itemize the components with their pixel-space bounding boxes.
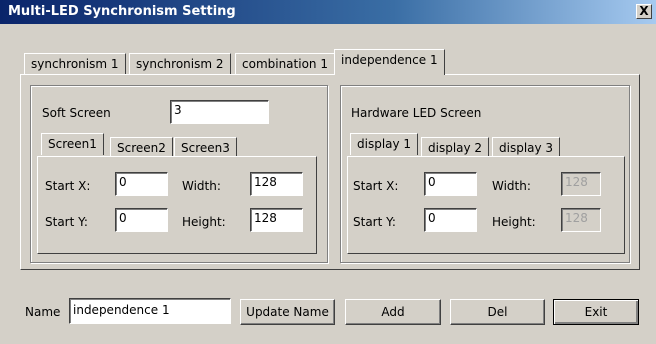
hw-width-input: 128 [561,172,601,196]
tab-synchronism-2[interactable]: synchronism 2 [129,53,231,75]
del-button[interactable]: Del [450,299,545,325]
hw-height-input: 128 [561,208,601,232]
soft-width-label: Width: [182,179,221,193]
window-title: Multi-LED Synchronism Setting [8,4,236,19]
hardware-screen-tab-body: Start X: 0 Width: 128 Start Y: 0 Height:… [347,156,625,254]
hw-start-x-input[interactable]: 0 [424,172,477,196]
soft-height-input[interactable]: 128 [250,208,303,232]
tab-display-3[interactable]: display 3 [492,137,561,157]
tab-combination-1[interactable]: combination 1 [235,53,335,75]
hw-width-label: Width: [492,179,531,193]
soft-width-input[interactable]: 128 [250,172,303,196]
soft-start-y-label: Start Y: [45,215,88,229]
soft-screen-label: Soft Screen [42,106,111,120]
close-icon[interactable]: X [636,4,652,19]
hardware-screen-label: Hardware LED Screen [351,106,482,120]
tab-screen2[interactable]: Screen2 [110,137,173,157]
independence-panel: Soft Screen 3 Screen1 Screen2 Screen3 St… [20,74,640,270]
soft-start-x-input[interactable]: 0 [115,172,168,196]
title-bar: Multi-LED Synchronism Setting X [0,0,656,24]
hw-start-x-label: Start X: [353,179,399,193]
hw-height-label: Height: [492,215,536,229]
soft-height-label: Height: [182,215,226,229]
hardware-screen-group: Hardware LED Screen display 1 display 2 … [340,85,630,263]
tab-independence-1[interactable]: independence 1 [334,49,445,75]
tab-screen3[interactable]: Screen3 [174,137,237,157]
exit-button[interactable]: Exit [553,299,639,325]
add-button[interactable]: Add [345,299,441,325]
tab-screen1[interactable]: Screen1 [41,133,104,155]
tab-display-1[interactable]: display 1 [350,133,419,155]
name-input[interactable]: independence 1 [69,298,231,324]
name-label: Name [25,305,61,319]
hw-start-y-label: Start Y: [353,215,396,229]
soft-start-y-input[interactable]: 0 [115,208,168,232]
soft-screen-input[interactable]: 3 [170,100,269,124]
tab-synchronism-1[interactable]: synchronism 1 [24,53,126,75]
soft-screen-group: Soft Screen 3 Screen1 Screen2 Screen3 St… [30,85,328,263]
hw-start-y-input[interactable]: 0 [424,208,477,232]
soft-start-x-label: Start X: [45,179,91,193]
soft-screen-tab-body: Start X: 0 Width: 128 Start Y: 0 Height:… [37,156,317,254]
tab-display-2[interactable]: display 2 [421,137,490,157]
update-name-button[interactable]: Update Name [240,299,335,325]
